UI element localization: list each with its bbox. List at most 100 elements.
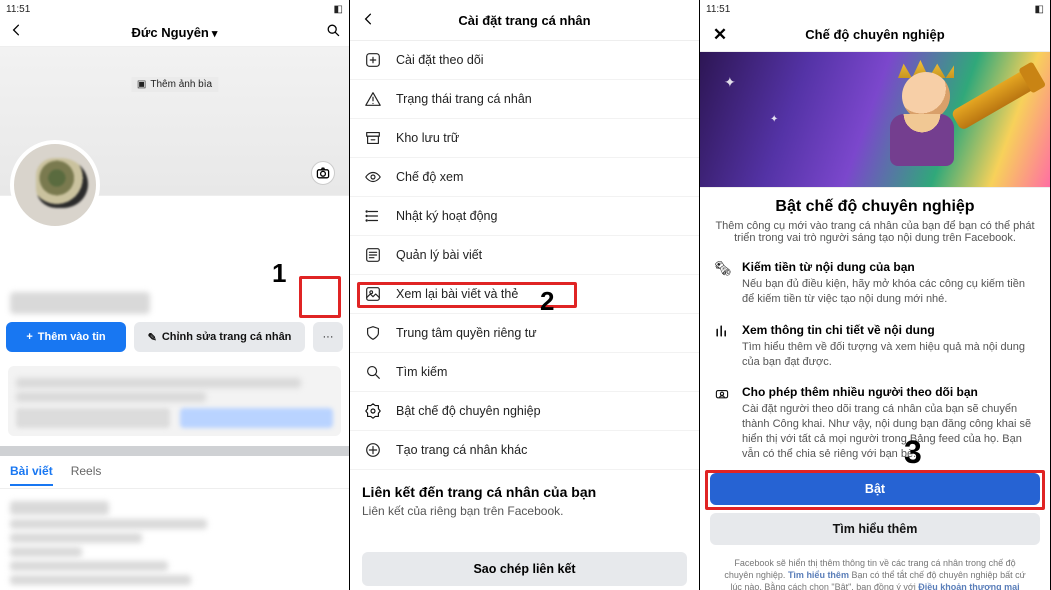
close-icon[interactable]: ✕ <box>710 25 730 45</box>
footnote: Facebook sẽ hiển thị thêm thông tin về c… <box>710 553 1040 590</box>
plus-circle-icon <box>364 441 382 459</box>
avatar[interactable] <box>10 140 100 230</box>
edit-profile-label: Chỉnh sửa trang cá nhân <box>162 331 292 343</box>
pro-mode-header: ✕ Chế độ chuyên nghiệp <box>700 18 1050 52</box>
blurred-card <box>8 366 341 436</box>
promo-block: Bật chế độ chuyên nghiệp Thêm công cụ mớ… <box>700 188 1050 248</box>
status-bar: 11:51 ◧ <box>700 0 1050 18</box>
alert-icon <box>364 90 382 108</box>
status-time: 11:51 <box>706 4 730 15</box>
settings-list: Cài đặt theo dõi Trạng thái trang cá nhâ… <box>350 40 699 470</box>
followers-icon <box>714 385 732 461</box>
learn-more-button[interactable]: Tìm hiểu thêm <box>710 513 1040 545</box>
settings-item-manage-posts[interactable]: Quản lý bài viết <box>350 236 699 275</box>
settings-header: Cài đặt trang cá nhân <box>350 0 699 40</box>
settings-item-search[interactable]: Tìm kiếm <box>350 353 699 392</box>
tab-posts[interactable]: Bài viết <box>10 464 53 486</box>
settings-item-label: Quản lý bài viết <box>396 248 482 262</box>
more-label: ··· <box>323 331 334 343</box>
settings-item-create-profile[interactable]: Tạo trang cá nhân khác <box>350 431 699 470</box>
step-number-3: 3 <box>904 434 922 471</box>
eye-icon <box>364 168 382 186</box>
highlight-box-3 <box>705 470 1045 510</box>
status-icons: ◧ <box>1035 4 1044 15</box>
link-section-title: Liên kết đến trang cá nhân của bạn <box>362 484 687 500</box>
blurred-pill <box>16 408 170 428</box>
plus-icon: + <box>26 331 32 343</box>
settings-item-follow[interactable]: Cài đặt theo dõi <box>350 41 699 80</box>
status-icons: ◧ <box>334 4 343 15</box>
search-icon[interactable] <box>325 22 341 43</box>
settings-item-label: Kho lưu trữ <box>396 131 459 145</box>
feature-insights: Xem thông tin chi tiết về nội dung Tìm h… <box>712 315 1038 378</box>
action-row: + Thêm vào tin ✎ Chỉnh sửa trang cá nhân… <box>0 314 349 362</box>
archive-icon <box>364 129 382 147</box>
settings-item-status[interactable]: Trạng thái trang cá nhân <box>350 80 699 119</box>
list-icon <box>364 207 382 225</box>
settings-item-pro-mode[interactable]: Bật chế độ chuyên nghiệp <box>350 392 699 431</box>
settings-title: Cài đặt trang cá nhân <box>376 13 673 28</box>
feature-desc: Tìm hiểu thêm về đối tượng và xem hiệu q… <box>742 340 1036 370</box>
profile-screen: 11:51 ◧ Đức Nguyên ▣ Thêm ảnh bìa + Thêm… <box>0 0 350 590</box>
back-icon[interactable] <box>8 22 24 43</box>
settings-item-label: Nhật ký hoạt động <box>396 209 497 223</box>
settings-item-archive[interactable]: Kho lưu trữ <box>350 119 699 158</box>
promo-heading: Bật chế độ chuyên nghiệp <box>714 198 1036 216</box>
feature-desc: Cài đặt người theo dõi trang cá nhân của… <box>742 402 1036 461</box>
feature-followers: Cho phép thêm nhiều người theo dõi bạn C… <box>712 377 1038 469</box>
image-icon: ▣ <box>137 79 146 90</box>
money-icon: 🗞 <box>714 260 732 307</box>
settings-item-privacy-center[interactable]: Trung tâm quyền riêng tư <box>350 314 699 353</box>
feature-title: Xem thông tin chi tiết về nội dung <box>742 323 1036 337</box>
settings-item-label: Cài đặt theo dõi <box>396 53 484 67</box>
profile-tabs: Bài viết Reels <box>0 456 349 489</box>
chart-icon <box>714 323 732 370</box>
profile-header: Đức Nguyên <box>0 18 349 46</box>
add-to-story-label: Thêm vào tin <box>38 331 106 343</box>
hero-illustration <box>700 52 1050 188</box>
camera-icon[interactable] <box>311 161 335 185</box>
posts-icon <box>364 246 382 264</box>
pro-mode-screen: 11:51 ◧ ✕ Chế độ chuyên nghiệp Bật chế đ… <box>700 0 1051 590</box>
page-title[interactable]: Đức Nguyên <box>32 25 317 40</box>
settings-item-view-as[interactable]: Chế độ xem <box>350 158 699 197</box>
settings-item-label: Chế độ xem <box>396 170 463 184</box>
pro-mode-title: Chế độ chuyên nghiệp <box>730 27 1020 42</box>
add-to-story-button[interactable]: + Thêm vào tin <box>6 322 126 352</box>
search-icon <box>364 363 382 381</box>
feature-desc: Nếu bạn đủ điều kiện, hãy mở khóa các cô… <box>742 277 1036 307</box>
profile-settings-screen: Cài đặt trang cá nhân Cài đặt theo dõi T… <box>350 0 700 590</box>
feature-list: 🗞 Kiếm tiền từ nội dung của bạn Nếu bạn … <box>700 248 1050 474</box>
edit-profile-button[interactable]: ✎ Chỉnh sửa trang cá nhân <box>134 322 305 352</box>
tab-reels[interactable]: Reels <box>71 464 102 486</box>
add-cover-label: Thêm ảnh bìa <box>150 79 212 90</box>
add-cover-button[interactable]: ▣ Thêm ảnh bìa <box>131 77 218 92</box>
badge-icon <box>364 402 382 420</box>
feature-title: Cho phép thêm nhiều người theo dõi bạn <box>742 385 1036 399</box>
feature-title: Kiếm tiền từ nội dung của bạn <box>742 260 1036 274</box>
settings-item-label: Bật chế độ chuyên nghiệp <box>396 404 541 418</box>
settings-item-label: Trung tâm quyền riêng tư <box>396 326 537 340</box>
follow-icon <box>364 51 382 69</box>
settings-item-activity-log[interactable]: Nhật ký hoạt động <box>350 197 699 236</box>
status-bar: 11:51 ◧ <box>0 0 349 18</box>
details-blurred <box>0 489 349 590</box>
footnote-link-learn-more[interactable]: Tìm hiểu thêm <box>788 570 849 580</box>
profile-name-blurred <box>10 292 150 314</box>
settings-item-label: Tìm kiếm <box>396 365 447 379</box>
back-icon[interactable] <box>360 11 376 30</box>
step-number-2: 2 <box>540 286 554 317</box>
promo-sub: Thêm công cụ mới vào trang cá nhân của b… <box>714 220 1036 244</box>
link-section: Liên kết đến trang cá nhân của bạn Liên … <box>350 470 699 526</box>
shield-icon <box>364 324 382 342</box>
feature-monetize: 🗞 Kiếm tiền từ nội dung của bạn Nếu bạn … <box>712 252 1038 315</box>
divider <box>0 446 349 456</box>
learn-more-label: Tìm hiểu thêm <box>833 522 918 536</box>
pencil-icon: ✎ <box>148 331 157 344</box>
highlight-box-1 <box>299 276 341 318</box>
settings-item-label: Tạo trang cá nhân khác <box>396 443 527 457</box>
blurred-pill <box>180 408 334 428</box>
copy-link-button[interactable]: Sao chép liên kết <box>362 552 687 586</box>
more-button[interactable]: ··· <box>313 322 343 352</box>
link-section-desc: Liên kết của riêng bạn trên Facebook. <box>362 504 687 518</box>
